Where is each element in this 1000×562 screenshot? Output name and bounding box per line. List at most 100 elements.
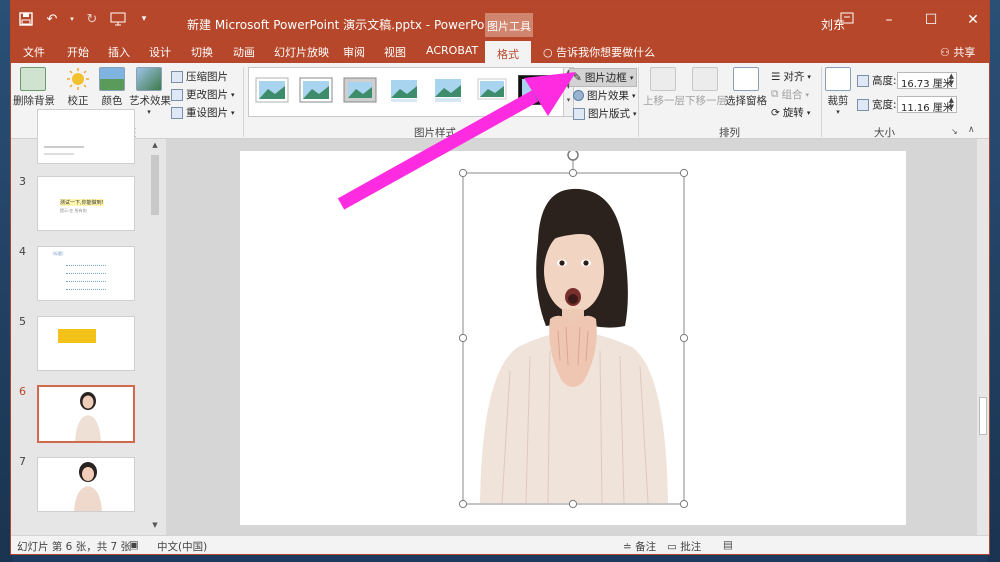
picture-layout-button[interactable]: 图片版式 ▾	[573, 106, 637, 121]
tab-format[interactable]: 格式	[485, 39, 531, 63]
scroll-up-icon[interactable]: ▲	[149, 141, 161, 153]
slide-thumbnail-2[interactable]	[37, 109, 135, 164]
effects-icon	[573, 90, 584, 101]
picture-style-7[interactable]	[518, 75, 554, 105]
change-picture-button[interactable]: 更改图片 ▾	[171, 87, 235, 102]
tab-insert[interactable]: 插入	[108, 44, 130, 60]
tab-home[interactable]: 开始	[67, 44, 89, 60]
align-button[interactable]: ☰ 对齐 ▾	[771, 69, 811, 84]
picture-style-5[interactable]	[431, 76, 465, 104]
status-bar: 幻灯片 第 6 张，共 7 张 ▣ 中文(中国) ≐ 备注 ▭ 批注 ▤	[11, 535, 989, 554]
comments-button[interactable]: ▭ 批注	[667, 539, 701, 554]
current-slide[interactable]	[240, 151, 906, 525]
picture-style-4[interactable]	[387, 76, 421, 104]
slide-thumbnail-6[interactable]	[37, 385, 135, 443]
crop-button[interactable]: 裁剪 ▾	[823, 67, 853, 116]
reset-picture-button[interactable]: 重设图片 ▾	[171, 105, 235, 120]
picture-border-button[interactable]: ✎ 图片边框 ▾	[569, 68, 638, 87]
bring-forward-label: 上移一层	[643, 95, 685, 107]
picture-layout-icon	[573, 107, 585, 120]
picture-effects-button[interactable]: 图片效果 ▾	[573, 88, 636, 103]
slide-thumbnail-5[interactable]	[37, 316, 135, 371]
save-icon[interactable]	[17, 10, 35, 28]
editor-scroll-thumb[interactable]	[979, 397, 987, 435]
undo-dropdown-icon[interactable]: ▾	[69, 10, 75, 28]
proofing-icon[interactable]: ▣	[129, 539, 139, 551]
rotate-icon: ⟳	[771, 106, 780, 119]
minimize-icon[interactable]: –	[879, 10, 899, 30]
send-backward-button[interactable]: 下移一层	[685, 67, 727, 108]
change-picture-icon	[171, 88, 183, 101]
sun-icon	[65, 67, 91, 91]
remove-background-button[interactable]: 删除背景	[13, 67, 55, 108]
slide-thumbnail-3[interactable]: 测试一下,你能做到! 提示:在 所有的	[37, 176, 135, 231]
height-field[interactable]: 16.73 厘米 ▲ ▼	[897, 72, 957, 90]
comments-label: 批注	[680, 541, 702, 553]
rotate-label: 旋转	[782, 107, 804, 119]
height-spinner-icon[interactable]: ▲ ▼	[949, 73, 954, 87]
window-controls: – ☐ ✕	[837, 10, 983, 30]
picture-color-icon	[99, 67, 125, 91]
thumbnails-scrollbar[interactable]: ▲ ▼	[149, 139, 161, 535]
selected-picture[interactable]	[240, 151, 906, 525]
artistic-dropdown-icon: ▾	[147, 108, 151, 116]
share-button[interactable]: ⚇ 共享	[940, 44, 975, 60]
ribbon-tabs: 文件 开始 插入 设计 切换 动画 幻灯片放映 审阅 视图 ACROBAT 格式…	[11, 39, 989, 63]
picture-style-1[interactable]	[255, 76, 289, 104]
tell-me-box[interactable]: ○ 告诉我你想要做什么	[543, 44, 655, 60]
color-label: 颜色	[101, 95, 123, 107]
scroll-down-icon[interactable]: ▼	[149, 521, 161, 533]
tab-transitions[interactable]: 切换	[191, 44, 213, 60]
collapse-ribbon-icon[interactable]: ∧	[968, 125, 975, 135]
normal-view-icon[interactable]: ▤	[723, 539, 733, 551]
align-label: 对齐	[783, 71, 805, 83]
group-button[interactable]: ⧉ 组合 ▾	[771, 87, 809, 102]
slide3-line1: 测试一下,你能做到!	[60, 199, 104, 206]
tab-design[interactable]: 设计	[149, 44, 171, 60]
undo-icon[interactable]: ↶	[43, 10, 61, 28]
powerpoint-window: ↶ ▾ ↻ ▾ 新建 Microsoft PowerPoint 演示文稿.ppt…	[10, 0, 990, 555]
slide-thumbnail-7[interactable]	[37, 457, 135, 512]
border-dropdown-icon: ▾	[629, 73, 634, 82]
gallery-more-icon[interactable]: ▾	[564, 96, 573, 104]
tab-animations[interactable]: 动画	[233, 44, 255, 60]
width-row: 宽度:	[857, 97, 897, 112]
present-icon[interactable]	[109, 10, 127, 28]
change-dropdown-icon: ▾	[231, 90, 235, 99]
notes-button[interactable]: ≐ 备注	[623, 539, 656, 554]
reset-dropdown-icon: ▾	[231, 108, 235, 117]
size-dialog-launcher-icon[interactable]: ↘	[951, 127, 958, 136]
align-icon: ☰	[771, 70, 781, 83]
title-bar: ↶ ▾ ↻ ▾ 新建 Microsoft PowerPoint 演示文稿.ppt…	[11, 1, 989, 43]
rotate-button[interactable]: ⟳ 旋转 ▾	[771, 105, 810, 120]
customize-qat-icon[interactable]: ▾	[135, 10, 153, 28]
maximize-icon[interactable]: ☐	[921, 10, 941, 30]
ribbon-display-options-icon[interactable]	[837, 10, 857, 30]
picture-styles-group-label: 图片样式	[414, 127, 456, 139]
tab-view[interactable]: 视图	[384, 44, 406, 60]
close-icon[interactable]: ✕	[963, 10, 983, 30]
compress-pictures-button[interactable]: 压缩图片	[171, 69, 228, 84]
scroll-thumb[interactable]	[151, 155, 159, 215]
width-spinner-icon[interactable]: ▲ ▼	[949, 97, 954, 111]
selection-pane-button[interactable]: 选择窗格	[725, 67, 767, 108]
slide-thumbnail-4[interactable]: （标题）	[37, 246, 135, 301]
width-field[interactable]: 11.16 厘米 ▲ ▼	[897, 96, 957, 114]
redo-icon[interactable]: ↻	[83, 10, 101, 28]
picture-border-label: 图片边框	[584, 72, 627, 84]
picture-style-6[interactable]	[475, 76, 509, 104]
tab-file[interactable]: 文件	[23, 44, 45, 60]
language-status[interactable]: 中文(中国)	[157, 539, 207, 554]
picture-style-3[interactable]	[343, 76, 377, 104]
tab-slideshow[interactable]: 幻灯片放映	[274, 44, 329, 60]
group-separator	[243, 67, 244, 137]
tab-acrobat[interactable]: ACROBAT	[426, 44, 478, 57]
height-value: 16.73 厘米	[901, 79, 953, 90]
picture-style-2[interactable]	[299, 76, 333, 104]
bring-forward-button[interactable]: 上移一层	[643, 67, 685, 108]
size-group-label: 大小	[874, 127, 895, 139]
tab-review[interactable]: 审阅	[343, 44, 365, 60]
comment-icon: ▭	[667, 541, 677, 553]
editor-vertical-scrollbar[interactable]	[977, 139, 989, 535]
artistic-effects-button[interactable]: 艺术效果 ▾	[129, 67, 171, 116]
